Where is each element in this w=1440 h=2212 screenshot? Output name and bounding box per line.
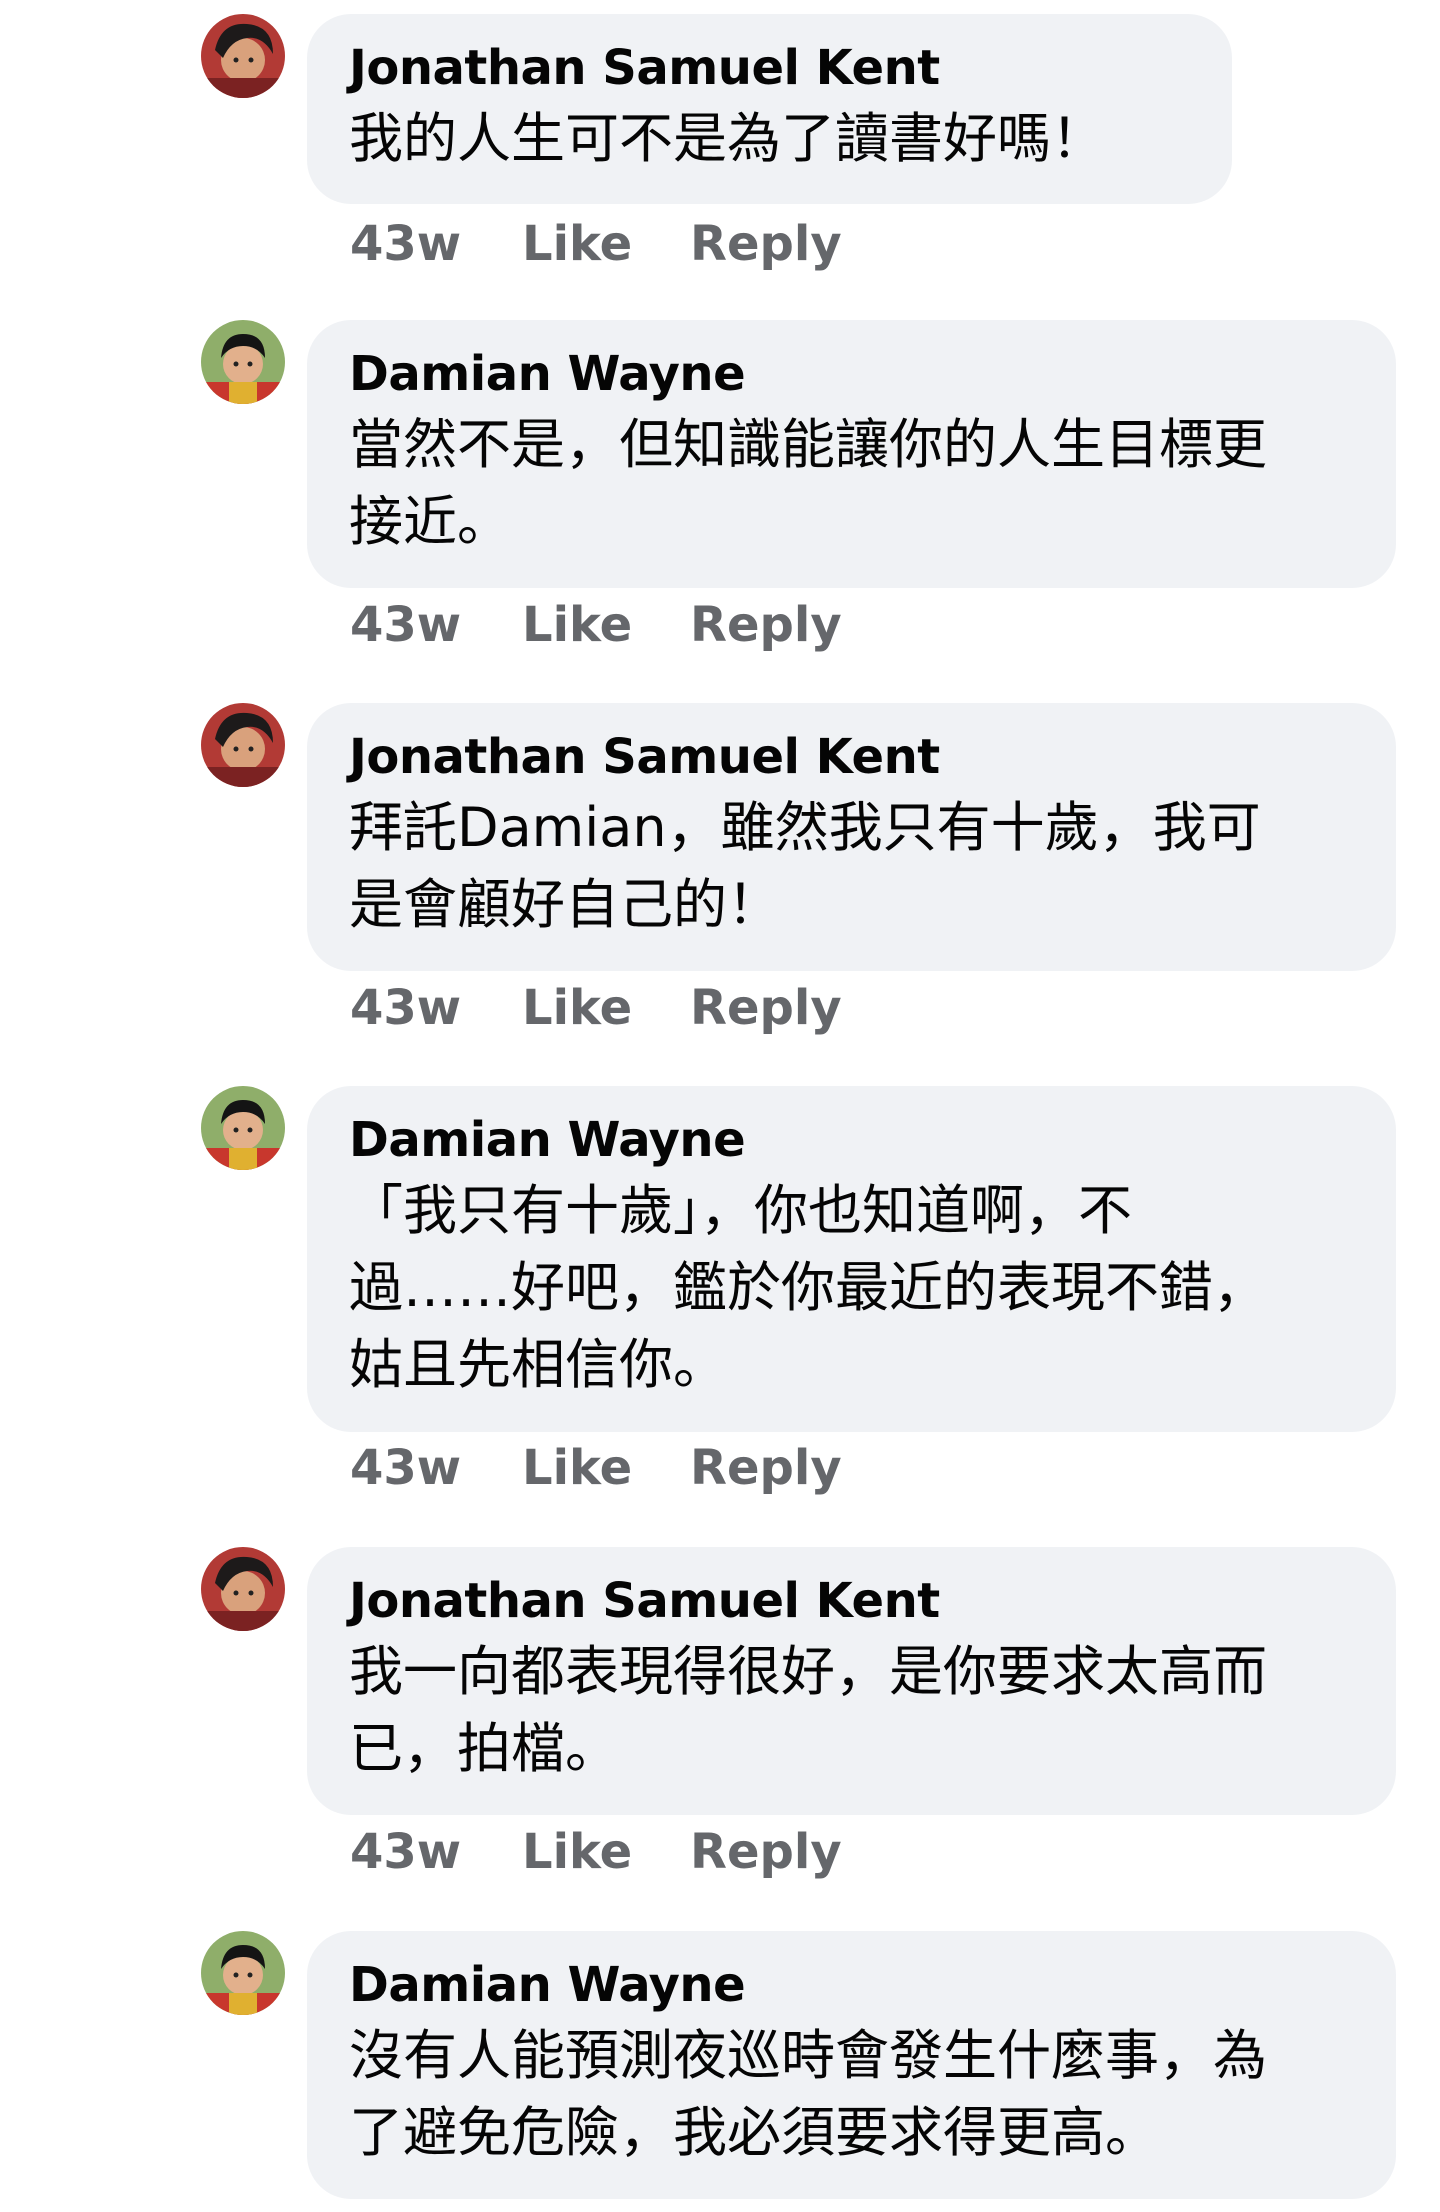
comment-bubble: Damian Wayne 沒有人能預測夜巡時會發生什麼事，為 了避免危險，我必須… xyxy=(307,1931,1396,2199)
reply-button[interactable]: Reply xyxy=(690,595,842,655)
reply-button[interactable]: Reply xyxy=(690,1438,842,1498)
comment-thread: Jonathan Samuel Kent 我的人生可不是為了讀書好嗎！ 43w … xyxy=(0,0,1440,2212)
jon-avatar-icon[interactable] xyxy=(201,703,285,787)
comment-text: 當然不是，但知識能讓你的人生目標更 接近。 xyxy=(349,413,1267,553)
comment-author[interactable]: Damian Wayne xyxy=(349,342,1354,406)
comment-bubble: Jonathan Samuel Kent 我一向都表現得很好，是你要求太高而 已… xyxy=(307,1547,1396,1815)
comment-text: 拜託Damian，雖然我只有十歲，我可 是會顧好自己的！ xyxy=(349,796,1261,936)
reply-button[interactable]: Reply xyxy=(690,978,842,1038)
damian-avatar-icon[interactable] xyxy=(201,1086,285,1170)
comment-bubble: Jonathan Samuel Kent 拜託Damian，雖然我只有十歲，我可… xyxy=(307,703,1396,971)
like-button[interactable]: Like xyxy=(522,1822,632,1882)
like-button[interactable]: Like xyxy=(522,1438,632,1498)
comment-author[interactable]: Damian Wayne xyxy=(349,1953,1354,2017)
comment-timestamp[interactable]: 43w xyxy=(350,595,461,655)
jon-avatar-icon[interactable] xyxy=(201,14,285,98)
comment-bubble: Jonathan Samuel Kent 我的人生可不是為了讀書好嗎！ xyxy=(307,14,1232,204)
comment-bubble: Damian Wayne 當然不是，但知識能讓你的人生目標更 接近。 xyxy=(307,320,1396,588)
comment-text: 「我只有十歲」，你也知道啊，不 過……好吧，鑑於你最近的表現不錯， 姑且先相信你… xyxy=(349,1179,1267,1396)
like-button[interactable]: Like xyxy=(522,978,632,1038)
comment-timestamp[interactable]: 43w xyxy=(350,1822,461,1882)
comment-timestamp[interactable]: 43w xyxy=(350,214,461,274)
reply-button[interactable]: Reply xyxy=(690,1822,842,1882)
comment-text: 沒有人能預測夜巡時會發生什麼事，為 了避免危險，我必須要求得更高。 xyxy=(349,2024,1267,2164)
comment-text: 我一向都表現得很好，是你要求太高而 已，拍檔。 xyxy=(349,1640,1267,1780)
comment-bubble: Damian Wayne 「我只有十歲」，你也知道啊，不 過……好吧，鑑於你最近… xyxy=(307,1086,1396,1432)
damian-avatar-icon[interactable] xyxy=(201,320,285,404)
like-button[interactable]: Like xyxy=(522,214,632,274)
jon-avatar-icon[interactable] xyxy=(201,1547,285,1631)
comment-author[interactable]: Jonathan Samuel Kent xyxy=(349,725,1354,789)
comment-timestamp[interactable]: 43w xyxy=(350,1438,461,1498)
damian-avatar-icon[interactable] xyxy=(201,1931,285,2015)
comment-author[interactable]: Jonathan Samuel Kent xyxy=(349,1569,1354,1633)
reply-button[interactable]: Reply xyxy=(690,214,842,274)
comment-author[interactable]: Damian Wayne xyxy=(349,1108,1354,1172)
like-button[interactable]: Like xyxy=(522,595,632,655)
comment-timestamp[interactable]: 43w xyxy=(350,978,461,1038)
comment-text: 我的人生可不是為了讀書好嗎！ xyxy=(349,107,1105,170)
comment-author[interactable]: Jonathan Samuel Kent xyxy=(349,36,1190,100)
